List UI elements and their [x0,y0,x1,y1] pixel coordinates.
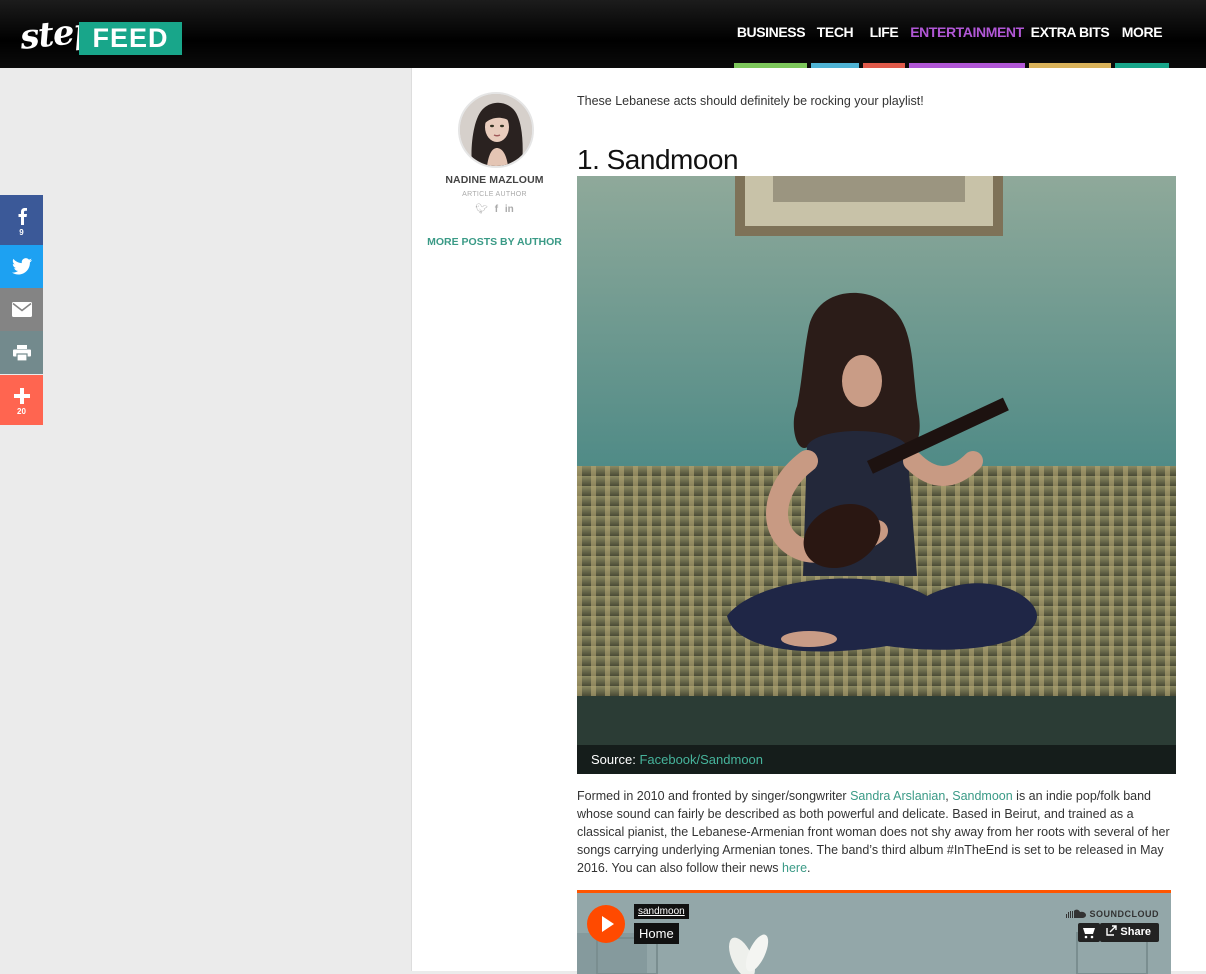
article-intro: These Lebanese acts should definitely be… [577,94,924,108]
author-avatar[interactable] [458,92,534,168]
nav-extra-bits[interactable]: EXTRA BITS [1029,24,1111,46]
photo-caption: Source: Facebook/Sandmoon [577,745,1176,774]
soundcloud-logo-text: SOUNDCLOUD [1089,909,1159,919]
author-photo [460,94,532,166]
cart-icon [1083,928,1095,939]
soundcloud-user-link[interactable]: sandmoon [634,904,689,919]
article-photo: Source: Facebook/Sandmoon [577,176,1176,774]
author-linkedin-icon[interactable]: in [505,204,514,215]
author-twitter-icon[interactable]: 🐦︎ [475,204,488,215]
section-title: 1. Sandmoon [577,144,739,175]
twitter-share-button[interactable] [0,245,43,288]
here-link[interactable]: here [782,861,807,875]
facebook-share-count: 9 [19,228,24,237]
soundcloud-cloud-icon [1066,909,1087,918]
more-share-count: 20 [17,407,26,416]
nav-business[interactable]: BUSINESS [736,24,806,46]
play-icon [602,916,614,932]
soundcloud-logo[interactable]: SOUNDCLOUD [1066,909,1159,919]
buy-button[interactable] [1078,923,1100,942]
author-role: ARTICLE AUTHOR [462,191,527,198]
sandmoon-photo [577,176,1176,774]
sandmoon-link[interactable]: Sandmoon [952,789,1012,803]
body-text-1: Formed in 2010 and fronted by singer/son… [577,789,851,803]
print-icon [12,345,31,361]
share-icon [1106,925,1118,936]
twitter-icon [11,258,32,275]
email-icon [11,302,32,317]
more-share-button[interactable]: 20 [0,375,43,425]
soundcloud-track-title[interactable]: Home [634,923,679,944]
author-facebook-icon[interactable]: f [495,204,498,215]
article-panel: NADINE MAZLOUM ARTICLE AUTHOR 🐦︎ f in MO… [411,68,1206,974]
caption-label: Source: [591,752,636,767]
author-name[interactable]: NADINE MAZLOUM [422,174,567,186]
play-button[interactable] [587,905,625,943]
plus-icon [13,388,30,404]
nav-more[interactable]: MORE [1115,24,1169,46]
email-share-button[interactable] [0,288,43,331]
article-body: Formed in 2010 and fronted by singer/son… [577,787,1180,877]
top-navigation-bar: step FEED [0,0,1206,68]
print-share-button[interactable] [0,331,43,374]
body-text-4: . [807,861,811,875]
nav-life[interactable]: LIFE [863,24,905,46]
more-posts-by-author-link[interactable]: MORE POSTS BY AUTHOR [422,236,567,249]
soundcloud-share-button[interactable]: Share [1100,923,1159,942]
soundcloud-embed: sandmoon Home SOUNDCLOUD Share [577,890,1171,974]
nav-tech[interactable]: TECH [811,24,859,46]
facebook-icon [18,208,27,225]
author-social-links: 🐦︎ f in [422,204,567,215]
caption-source-link[interactable]: Facebook/Sandmoon [639,752,763,767]
facebook-share-button[interactable]: 9 [0,195,43,245]
share-label: Share [1120,926,1151,938]
nav-entertainment[interactable]: ENTERTAINMENT [909,24,1025,46]
logo-feed-text: FEED [79,22,182,55]
sandra-arslanian-link[interactable]: Sandra Arslanian [850,789,945,803]
